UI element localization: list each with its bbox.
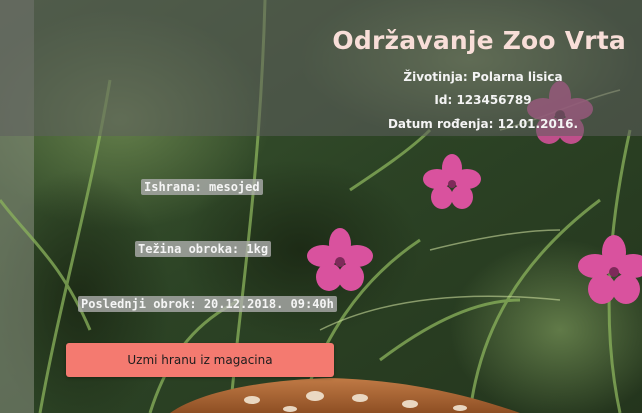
animal-birth-date: Datum rođenja: 12.01.2016. <box>387 117 579 131</box>
animal-id: Id: 123456789 <box>434 93 532 107</box>
meal-weight-label: Težina obroka: 1kg <box>135 241 272 257</box>
header-overlay: Održavanje Zoo Vrta Životinja: Polarna l… <box>0 0 642 136</box>
diet-label: Ishrana: mesojed <box>141 179 263 195</box>
animal-name: Životinja: Polarna lisica <box>403 70 563 84</box>
take-food-button[interactable]: Uzmi hranu iz magacina <box>66 343 334 377</box>
last-meal-label: Poslednji obrok: 20.12.2018. 09:40h <box>78 296 337 312</box>
page-title: Održavanje Zoo Vrta <box>332 26 626 55</box>
